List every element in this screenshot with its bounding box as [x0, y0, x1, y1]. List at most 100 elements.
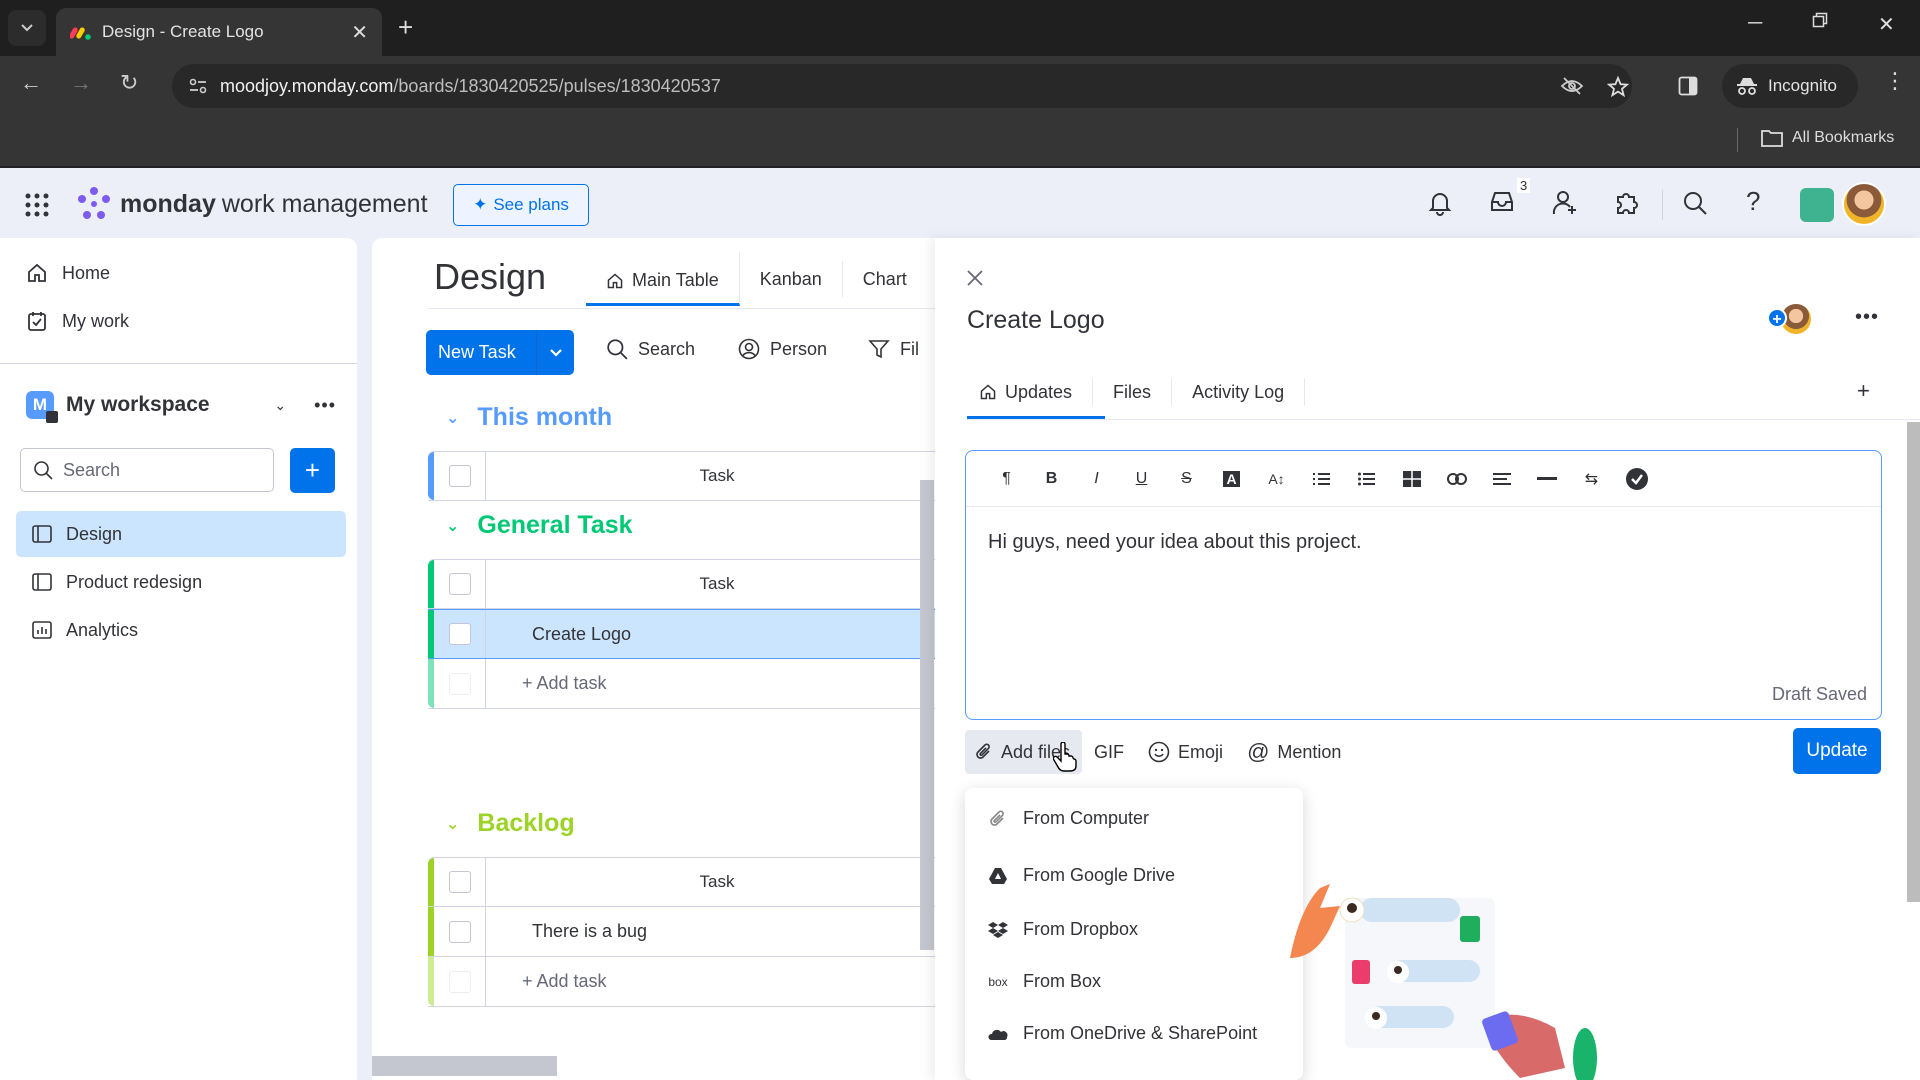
close-tab-icon[interactable]: ✕ [351, 20, 368, 45]
close-window-icon[interactable]: ✕ [1878, 12, 1895, 37]
menu-item-from-google-drive[interactable]: From Google Drive [987, 865, 1175, 886]
task-name[interactable]: There is a bug [486, 921, 940, 942]
link-icon[interactable] [1434, 464, 1479, 494]
paragraph-icon[interactable]: ¶ [984, 464, 1029, 494]
menu-item-from-dropbox[interactable]: From Dropbox [987, 919, 1138, 940]
strikethrough-icon[interactable]: S [1164, 464, 1209, 494]
help-icon[interactable]: ? [1746, 186, 1760, 217]
minimize-icon[interactable]: ─ [1748, 12, 1762, 35]
bulleted-list-icon[interactable] [1344, 464, 1389, 494]
bookmark-star-icon[interactable] [1607, 76, 1629, 98]
side-panel-icon[interactable] [1678, 76, 1698, 96]
restore-icon[interactable] [1812, 12, 1828, 28]
panel-vertical-scrollbar[interactable] [1907, 422, 1920, 902]
sidebar-search-input[interactable]: Search [20, 448, 274, 492]
row-checkbox[interactable] [434, 907, 486, 956]
mention-button[interactable]: @ Mention [1235, 730, 1353, 774]
workspace-selector[interactable]: M My workspace ⌄ ••• [26, 391, 336, 423]
group-title-this-month[interactable]: ⌄ This month [446, 403, 612, 432]
chevron-down-icon[interactable]: ⌄ [446, 408, 459, 428]
table-icon[interactable] [1389, 464, 1434, 494]
apps-grid-icon[interactable] [24, 192, 50, 218]
add-task-row[interactable]: + Add task [428, 659, 940, 709]
tab-main-table[interactable]: Main Table [586, 252, 740, 306]
align-icon[interactable] [1479, 464, 1524, 494]
tab-kanban[interactable]: Kanban [740, 261, 843, 297]
add-task-input[interactable]: + Add task [486, 673, 940, 694]
browser-menu-icon[interactable]: ⋮ [1884, 68, 1906, 94]
horizontal-rule-icon[interactable] [1524, 464, 1569, 494]
inbox-icon[interactable] [1489, 190, 1515, 214]
chevron-down-icon[interactable]: ⌄ [274, 397, 286, 414]
see-plans-button[interactable]: ✦ See plans [453, 184, 589, 226]
numbered-list-icon[interactable] [1299, 464, 1344, 494]
sidebar-board-product-redesign[interactable]: Product redesign [16, 559, 346, 605]
menu-item-from-box[interactable]: box From Box [987, 971, 1101, 992]
select-all-checkbox[interactable] [434, 560, 486, 608]
text-direction-icon[interactable]: ⇆ [1569, 464, 1614, 494]
sidebar-item-my-work[interactable]: My work [26, 310, 129, 332]
add-subscriber-icon[interactable]: + [1767, 308, 1787, 328]
board-search-button[interactable]: Search [606, 338, 695, 360]
new-task-button[interactable]: New Task [426, 330, 574, 375]
tab-search-button[interactable] [8, 10, 46, 46]
item-more-options-icon[interactable]: ••• [1855, 306, 1879, 329]
sidebar-board-design[interactable]: Design [16, 511, 346, 557]
workspace-more-icon[interactable]: ••• [314, 395, 336, 416]
invite-members-icon[interactable] [1552, 190, 1578, 216]
eye-off-icon[interactable] [1560, 76, 1584, 96]
board-horizontal-scrollbar[interactable] [372, 1056, 557, 1076]
table-row-there-is-a-bug[interactable]: There is a bug [428, 907, 940, 957]
tab-activity-log[interactable]: Activity Log [1172, 378, 1306, 406]
board-vertical-scrollbar[interactable] [920, 480, 934, 950]
menu-item-from-onedrive-sharepoint[interactable]: From OneDrive & SharePoint [987, 1023, 1257, 1044]
underline-icon[interactable]: U [1119, 464, 1164, 494]
close-panel-icon[interactable] [965, 268, 985, 288]
user-avatar[interactable] [1842, 182, 1886, 226]
update-text[interactable]: Hi guys, need your idea about this proje… [988, 531, 1362, 554]
text-color-icon[interactable]: A [1209, 464, 1254, 494]
incognito-indicator[interactable]: Incognito [1722, 64, 1858, 108]
forward-icon[interactable]: → [70, 70, 92, 96]
gif-button[interactable]: GIF [1082, 730, 1136, 774]
tab-chart[interactable]: Chart [843, 261, 927, 297]
new-task-dropdown-icon[interactable] [536, 330, 574, 375]
search-icon[interactable] [1682, 190, 1708, 216]
item-title[interactable]: Create Logo [967, 306, 1105, 335]
back-icon[interactable]: ← [20, 70, 42, 96]
sidebar-item-home[interactable]: Home [26, 262, 110, 284]
checklist-icon[interactable] [1614, 464, 1659, 494]
sidebar-board-analytics[interactable]: Analytics [16, 607, 346, 653]
workspace-integration-avatar[interactable] [1800, 188, 1834, 222]
bold-icon[interactable]: B [1029, 464, 1074, 494]
group-title-general-task[interactable]: ⌄ General Task [446, 511, 633, 540]
notifications-bell-icon[interactable] [1428, 190, 1452, 216]
tab-files[interactable]: Files [1093, 378, 1173, 406]
filter-button[interactable]: Fil [868, 338, 919, 360]
font-size-icon[interactable]: A↕ [1254, 464, 1299, 494]
update-button[interactable]: Update [1793, 728, 1881, 774]
update-editor[interactable]: ¶ B I U S A A↕ ⇆ Hi guys, need your idea… [965, 450, 1882, 720]
add-task-row[interactable]: + Add task [428, 957, 940, 1007]
add-view-icon[interactable]: + [1857, 378, 1870, 404]
table-row-create-logo[interactable]: Create Logo [428, 609, 940, 659]
new-tab-button[interactable]: + [398, 12, 413, 43]
select-all-checkbox[interactable] [434, 452, 486, 500]
site-settings-icon[interactable] [188, 76, 208, 96]
browser-tab-active[interactable]: Design - Create Logo ✕ [56, 8, 382, 56]
item-subscribers[interactable]: + [1767, 304, 1815, 334]
tab-updates[interactable]: Updates [967, 378, 1094, 406]
all-bookmarks-button[interactable]: All Bookmarks [1760, 128, 1894, 148]
reload-icon[interactable]: ↻ [120, 70, 138, 96]
select-all-checkbox[interactable] [434, 858, 486, 906]
person-filter-button[interactable]: Person [738, 338, 827, 360]
chevron-down-icon[interactable]: ⌄ [446, 814, 459, 834]
monday-logo[interactable]: monday work management [76, 186, 428, 222]
group-title-backlog[interactable]: ⌄ Backlog [446, 809, 575, 838]
menu-item-from-computer[interactable]: From Computer [987, 808, 1149, 829]
address-bar[interactable]: moodjoy.monday.com/boards/1830420525/pul… [172, 64, 1632, 108]
row-checkbox[interactable] [434, 610, 486, 658]
apps-marketplace-puzzle-icon[interactable] [1614, 190, 1640, 216]
add-board-button[interactable]: + [290, 448, 335, 493]
chevron-down-icon[interactable]: ⌄ [446, 516, 459, 536]
